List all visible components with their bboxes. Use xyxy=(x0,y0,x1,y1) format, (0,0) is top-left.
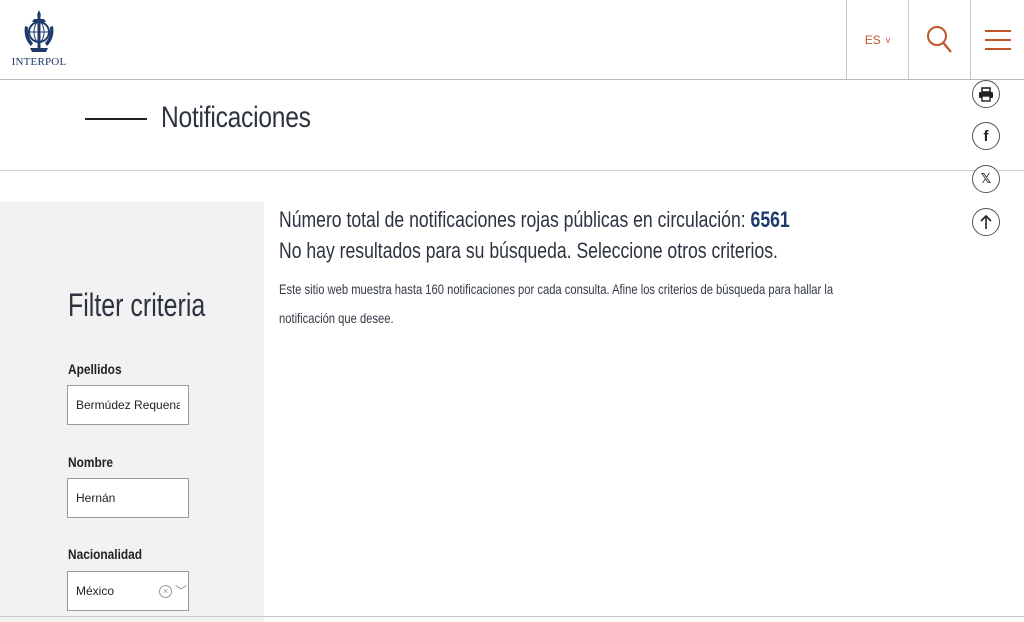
interpol-emblem-icon xyxy=(24,10,54,52)
language-label: ES xyxy=(864,32,881,47)
name-label: Nombre xyxy=(68,454,113,470)
nationality-label: Nacionalidad xyxy=(68,546,143,562)
surname-input[interactable] xyxy=(67,385,189,425)
search-button[interactable] xyxy=(908,0,970,79)
nationality-select[interactable]: México × ﹀ xyxy=(67,571,189,611)
title-band xyxy=(0,80,1024,171)
no-results-message: No hay resultados para su búsqueda. Sele… xyxy=(279,238,778,263)
chevron-down-icon: v xyxy=(885,34,891,45)
x-icon: 𝕏 xyxy=(980,171,992,187)
print-icon xyxy=(979,86,993,102)
total-notices-label: Número total de notificaciones rojas púb… xyxy=(279,207,746,232)
bottom-divider xyxy=(0,616,1024,617)
nationality-value: México xyxy=(76,584,115,598)
scroll-top-button[interactable] xyxy=(972,208,1000,236)
menu-button[interactable] xyxy=(970,0,1024,79)
clear-icon[interactable]: × xyxy=(159,585,172,598)
results-limit-note: Este sitio web muestra hasta 160 notific… xyxy=(279,281,834,326)
logo-text: INTERPOL xyxy=(11,56,67,68)
x-share-button[interactable]: 𝕏 xyxy=(972,165,1000,193)
total-notices-count: 6561 xyxy=(750,207,790,232)
hamburger-icon xyxy=(984,29,1011,50)
interpol-logo[interactable]: INTERPOL xyxy=(10,8,68,72)
page-title: Notificaciones xyxy=(161,101,311,134)
search-icon xyxy=(926,25,952,53)
name-input[interactable] xyxy=(67,478,189,518)
arrow-up-icon xyxy=(980,214,992,229)
facebook-share-button[interactable]: f xyxy=(972,122,1000,150)
language-selector[interactable]: ES v xyxy=(846,0,908,79)
chevron-down-icon[interactable]: ﹀ xyxy=(175,582,187,599)
filter-title: Filter criteria xyxy=(68,287,206,323)
total-notices-line: Número total de notificaciones rojas púb… xyxy=(279,207,790,233)
title-decoration-line xyxy=(85,118,147,120)
surname-label: Apellidos xyxy=(68,361,122,377)
print-button[interactable] xyxy=(972,80,1000,108)
site-header: INTERPOL ES v xyxy=(0,0,1024,80)
facebook-icon: f xyxy=(983,127,989,145)
